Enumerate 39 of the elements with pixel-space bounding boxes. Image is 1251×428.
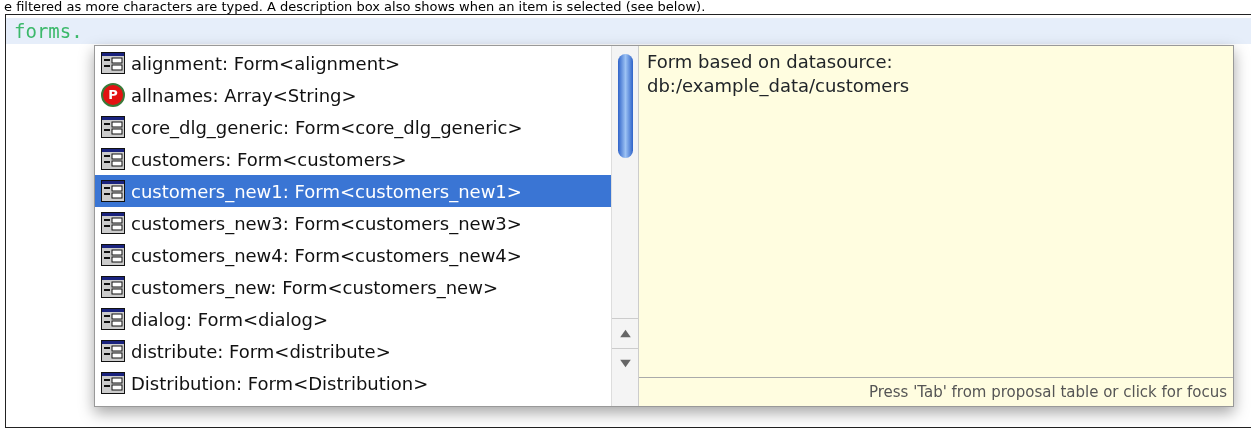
proposal-label: distribute: Form<distribute> [131,339,391,364]
focus-hint: Press 'Tab' from proposal table or click for focus [639,376,1233,406]
form-icon [101,308,125,330]
proposal-item[interactable]: customers: Form<customers> [95,143,611,175]
form-icon [101,52,125,74]
form-icon [101,212,125,234]
proposal-label: Distribution: Form<Distribution> [131,371,429,396]
proposal-item[interactable]: customers_new3: Form<customers_new3> [95,207,611,239]
proposal-label: customers_new1: Form<customers_new1> [131,179,522,205]
form-icon [101,148,125,170]
form-icon [101,116,125,138]
description-text: Form based on datasource: [647,50,894,74]
property-icon: P [101,83,125,107]
caption-text: e filtered as more characters are typed. A description box also shows when an item is selected (see below). [3,0,707,14]
proposal-item[interactable]: customers_new1: Form<customers_new1> [95,175,611,207]
proposal-item[interactable]: dialog: Form<dialog> [95,303,611,335]
scroll-thumb[interactable] [617,54,633,158]
proposal-item[interactable]: customers_new: Form<customers_new> [95,271,611,303]
proposal-label: customers: Form<customers> [131,147,407,172]
proposal-label: customers_new4: Form<customers_new4> [131,243,522,269]
proposal-label: allnames: Array<String> [131,83,357,108]
proposal-label: core_dlg_generic: Form<core_dlg_generic> [131,115,523,141]
proposal-label: customers_new3: Form<customers_new3> [131,211,522,237]
form-icon [101,244,125,266]
description-text: db:/example_data/customers [647,74,911,98]
form-icon [101,276,125,298]
proposal-item[interactable]: customers_new4: Form<customers_new4> [95,239,611,271]
form-icon [101,340,125,362]
proposal-item[interactable]: distribute: Form<distribute> [95,335,611,367]
proposal-label: alignment: Form<alignment> [131,51,401,76]
proposal-item[interactable]: alignment: Form<alignment> [95,47,611,79]
form-icon [101,372,125,394]
scrollbar[interactable] [611,46,638,406]
proposal-label: customers_new: Form<customers_new> [131,275,498,301]
proposal-label: dialog: Form<dialog> [131,307,329,332]
proposal-item[interactable]: core_dlg_generic: Form<core_dlg_generic> [95,111,611,143]
proposal-item[interactable]: P allnames: Array<String> [95,79,611,111]
proposal-item[interactable]: Distribution: Form<Distribution> [95,367,611,399]
form-icon [101,180,125,202]
